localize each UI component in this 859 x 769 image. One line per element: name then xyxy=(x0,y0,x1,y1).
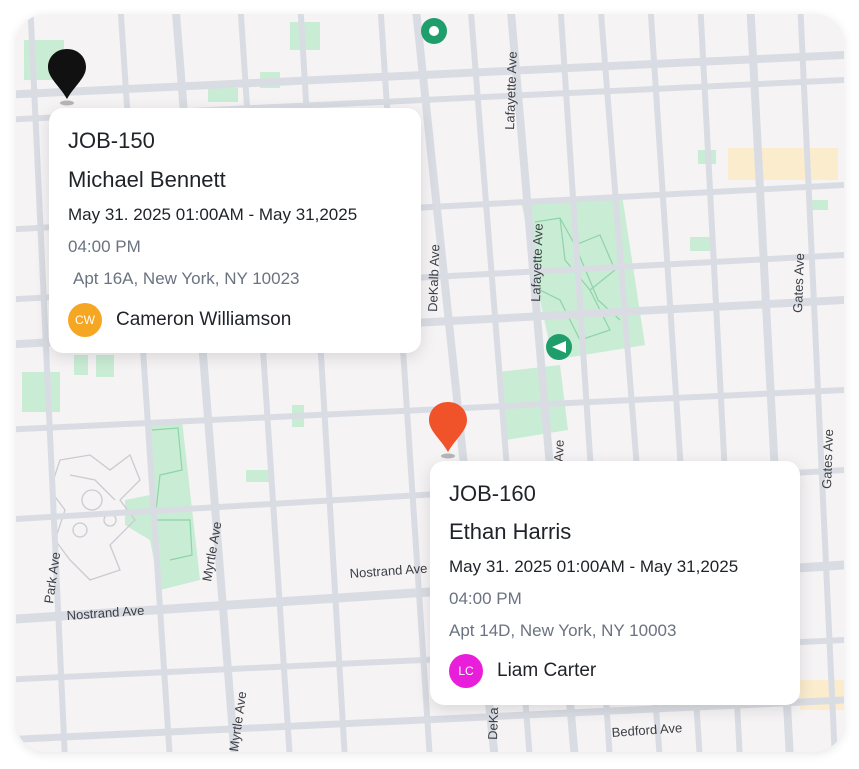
street-label-dekalb-partial: DeKa xyxy=(485,706,501,740)
poi-marker-north[interactable] xyxy=(421,18,447,44)
job-address: Apt 14D, New York, NY 10003 xyxy=(449,621,677,640)
map-pin-job-150[interactable] xyxy=(47,47,87,109)
client-name: Ethan Harris xyxy=(449,519,572,544)
assignee[interactable]: CW Cameron Williamson xyxy=(68,303,291,337)
map-view[interactable]: Lafayette Ave Lafayette Ave DeKalb Ave G… xyxy=(16,14,844,752)
street-label-dekalb: DeKalb Ave xyxy=(425,244,442,312)
street-label-bedford: Bedford Ave xyxy=(611,720,682,740)
job-time-end: 04:00 PM xyxy=(449,589,522,608)
avatar: LC xyxy=(449,654,483,688)
street-label-gates-upper: Gates Ave xyxy=(790,253,807,313)
avatar: CW xyxy=(68,303,102,337)
street-label-lafayette-mid: Lafayette Ave xyxy=(528,223,546,302)
street-label-lafayette-north: Lafayette Ave xyxy=(502,51,520,130)
highlight-block xyxy=(800,680,844,710)
pin-orange-icon xyxy=(429,402,467,452)
assignee-name: Liam Carter xyxy=(497,660,597,681)
street-label-nostrand-left: Nostrand Ave xyxy=(66,603,145,623)
poi-marker-park[interactable] xyxy=(546,334,572,360)
pin-black-icon xyxy=(48,49,86,99)
job-card[interactable]: JOB-150 Michael Bennett May 31. 2025 01:… xyxy=(49,108,421,353)
map-pin-job-160[interactable] xyxy=(428,400,468,462)
highlight-block xyxy=(728,148,838,180)
assignee[interactable]: LC Liam Carter xyxy=(449,654,596,688)
street-label-ave-partial: Ave xyxy=(551,439,567,462)
job-address: Apt 16A, New York, NY 10023 xyxy=(73,269,300,288)
client-name: Michael Bennett xyxy=(68,167,226,192)
assignee-name: Cameron Williamson xyxy=(116,309,292,330)
job-id: JOB-160 xyxy=(449,481,536,506)
job-time-range: May 31. 2025 01:00AM - May 31,2025 xyxy=(449,557,739,576)
job-card[interactable]: JOB-160 Ethan Harris May 31. 2025 01:00A… xyxy=(430,461,800,705)
job-time-range: May 31. 2025 01:00AM - May 31,2025 xyxy=(68,205,358,224)
job-time-end: 04:00 PM xyxy=(68,237,141,256)
job-id: JOB-150 xyxy=(68,128,155,153)
street-label-gates-lower: Gates Ave xyxy=(819,429,836,489)
